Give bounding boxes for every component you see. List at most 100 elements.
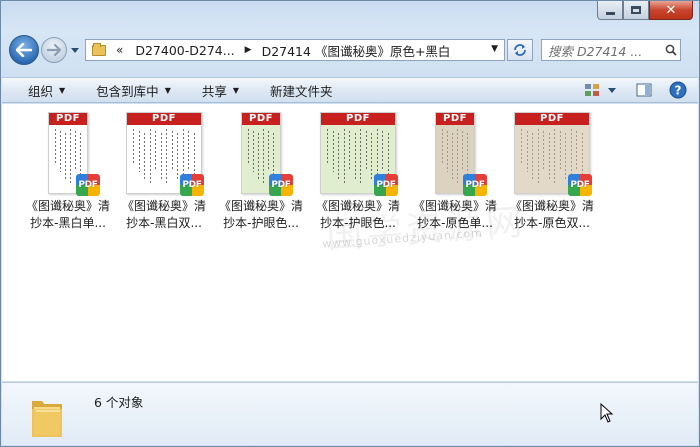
file-list: 国学资源网 www.guoxuedziyuan.com PDF PDF 《图谶秘奥》… (2, 104, 698, 381)
file-item[interactable]: PDF PDF 《图谶秘奥》清 抄本-黑白单... (20, 112, 116, 232)
minimize-button[interactable] (597, 1, 623, 20)
pdf-file-icon: PDF (463, 174, 487, 196)
address-dropdown-icon[interactable]: ▼ (491, 44, 498, 54)
organize-menu[interactable]: 组织 ▼ (2, 81, 78, 100)
maximize-button[interactable] (623, 1, 649, 20)
view-options-dropdown[interactable] (606, 80, 618, 100)
pdf-label-band: PDF (515, 113, 589, 125)
file-thumbnail[interactable]: PDF PDF (407, 112, 503, 198)
page-text-line (155, 131, 157, 171)
page-text-line (457, 129, 459, 184)
command-bar: 组织 ▼ 包含到库中 ▼ 共享 ▼ 新建文件夹 ? (2, 77, 698, 103)
file-name-line1: 《图谶秘奥》清 (25, 199, 110, 213)
file-name-line1: 《图谶秘奥》清 (218, 199, 303, 213)
file-name-line2: 抄本-黑白双... (126, 216, 202, 230)
page-text-line (532, 133, 534, 181)
new-folder-button[interactable]: 新建文件夹 (252, 81, 346, 100)
page-text-line (177, 133, 179, 179)
page-text-line (349, 131, 351, 171)
page-text-line (75, 131, 77, 171)
breadcrumb-current[interactable]: D27414 《图谶秘奥》原色+黑白 (258, 41, 455, 60)
page-text-line (581, 133, 583, 178)
change-view-button[interactable] (580, 80, 604, 100)
file-thumbnail[interactable]: PDF PDF (116, 112, 212, 198)
preview-pane-button[interactable] (632, 80, 656, 100)
file-name-line2: 抄本-护眼色... (223, 216, 299, 230)
pdf-badge-label: PDF (182, 180, 202, 190)
file-thumbnail[interactable]: PDF PDF (504, 112, 600, 198)
pdf-file-icon: PDF (269, 174, 293, 196)
pdf-badge-label: PDF (78, 180, 98, 190)
back-button[interactable] (9, 35, 39, 65)
page-text-line (332, 131, 334, 172)
help-icon: ? (669, 81, 687, 99)
address-bar[interactable]: « D27400-D274... ▶ D27414 《图谶秘奥》原色+黑白 ▼ (85, 39, 505, 61)
page-text-line (188, 131, 190, 169)
page-text-line (60, 131, 62, 172)
new-folder-label: 新建文件夹 (270, 83, 333, 99)
file-item[interactable]: PDF PDF 《图谶秘奥》清 抄本-护眼色... (213, 112, 309, 232)
details-pane: 6 个对象 (2, 382, 698, 445)
search-box[interactable]: 搜索 D27414 ... (541, 39, 681, 61)
page-text-line (258, 133, 260, 181)
page-text-line (65, 133, 67, 181)
help-button[interactable]: ? (666, 80, 690, 100)
recent-pages-dropdown[interactable] (69, 47, 81, 53)
file-name-line2: 抄本-原色单... (417, 216, 493, 230)
page-text-line (327, 129, 329, 163)
arrow-right-icon (47, 44, 61, 56)
file-name-line2: 抄本-护眼色... (320, 216, 396, 230)
file-item[interactable]: PDF PDF 《图谶秘奥》清 抄本-护眼色... (310, 112, 406, 232)
breadcrumb-overflow[interactable]: « (106, 43, 131, 57)
refresh-button[interactable] (507, 39, 533, 61)
maximize-icon (631, 6, 641, 14)
chevron-down-icon (608, 87, 616, 93)
pdf-badge-label: PDF (271, 180, 291, 190)
explorer-window: ✕ « D27400-D274... ▶ D27414 《图谶秘奥》原色+黑白 … (0, 0, 700, 447)
folder-icon (92, 42, 106, 56)
page-text-line (144, 133, 146, 181)
file-name-line1: 《图谶秘奥》清 (412, 199, 497, 213)
breadcrumb-separator-icon[interactable]: ▶ (239, 45, 258, 55)
file-name-line2: 抄本-原色双... (514, 216, 590, 230)
file-thumbnail[interactable]: PDF PDF (213, 112, 309, 198)
pdf-file-icon: PDF (180, 174, 204, 196)
page-text-line (273, 133, 275, 180)
share-menu[interactable]: 共享 ▼ (184, 81, 252, 100)
page-text-line (548, 133, 550, 180)
preview-pane-icon (636, 83, 652, 97)
page-text-line (171, 131, 173, 170)
page-text-line (447, 131, 449, 172)
close-button[interactable]: ✕ (649, 1, 693, 20)
search-icon[interactable] (662, 44, 680, 56)
close-icon: ✕ (665, 2, 677, 18)
page-text-line (543, 131, 545, 171)
page-text-line (149, 129, 151, 184)
page-text-line (559, 131, 561, 170)
page-text-line (382, 131, 384, 169)
file-item[interactable]: PDF PDF 《图谶秘奥》清 抄本-原色双... (504, 112, 600, 232)
page-text-line (387, 133, 389, 178)
breadcrumb-parent[interactable]: D27400-D274... (131, 43, 238, 58)
page-text-line (521, 129, 523, 163)
pdf-file-icon: PDF (76, 174, 100, 196)
page-text-line (576, 131, 578, 169)
minimize-icon (605, 11, 615, 15)
file-thumbnail[interactable]: PDF PDF (310, 112, 406, 198)
chevron-down-icon: ▼ (232, 85, 240, 95)
pdf-file-icon: PDF (374, 174, 398, 196)
chevron-down-icon: ▼ (59, 85, 66, 95)
file-thumbnail[interactable]: PDF PDF (20, 112, 116, 198)
file-item[interactable]: PDF PDF 《图谶秘奥》清 抄本-原色单... (407, 112, 503, 232)
file-item[interactable]: PDF PDF 《图谶秘奥》清 抄本-黑白双... (116, 112, 212, 232)
svg-text:?: ? (675, 84, 682, 98)
include-in-library-menu[interactable]: 包含到库中 ▼ (78, 81, 184, 100)
search-placeholder[interactable]: 搜索 D27414 ... (548, 41, 662, 60)
page-text-line (193, 133, 195, 178)
pdf-label-band: PDF (127, 113, 201, 125)
forward-button[interactable] (41, 37, 67, 63)
share-label: 共享 (201, 83, 227, 99)
view-grid-icon (585, 84, 599, 96)
page-text-line (55, 129, 57, 163)
page-text-line (565, 133, 567, 179)
